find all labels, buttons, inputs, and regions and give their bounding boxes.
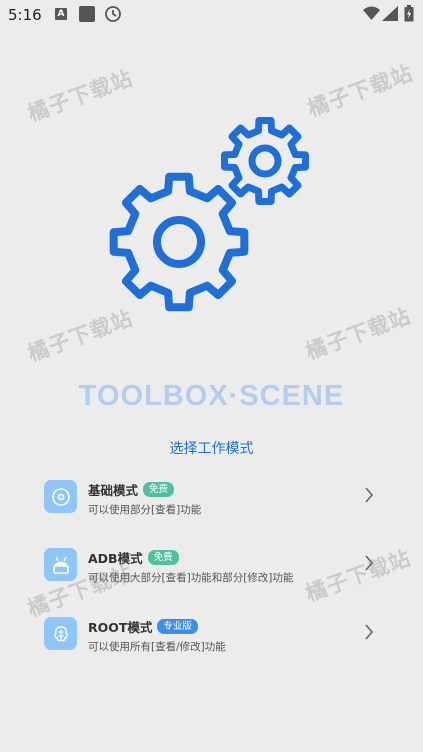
small-gear-icon [221, 117, 309, 205]
mode-description: 可以使用所有[查看/修改]功能 [88, 641, 226, 653]
large-gear-icon [109, 172, 249, 312]
mode-title: ADB模式 免费 [88, 548, 179, 567]
mode-title-text: ROOT模式 [88, 620, 153, 635]
chevron-right-icon [365, 555, 374, 571]
pro-badge: 专业版 [157, 619, 198, 634]
mode-title: ROOT模式 专业版 [88, 617, 198, 636]
mode-title: 基础模式 免费 [88, 480, 175, 499]
android-icon [44, 548, 77, 581]
free-badge: 免费 [147, 550, 179, 565]
mode-title-text: 基础模式 [88, 483, 139, 498]
disc-icon [44, 480, 77, 513]
mode-description: 可以使用部分[查看]功能 [88, 504, 202, 516]
mode-row-root[interactable]: ROOT模式 专业版 可以使用所有[查看/修改]功能 [44, 617, 384, 667]
chevron-right-icon [365, 624, 374, 640]
gears-illustration [109, 117, 309, 312]
app-title: TOOLBOX·SCENE [78, 380, 345, 412]
brain-chip-icon [44, 617, 77, 650]
free-badge: 免费 [143, 482, 175, 497]
mode-title-text: ADB模式 [88, 551, 143, 566]
mode-row-basic[interactable]: 基础模式 免费 可以使用部分[查看]功能 [44, 480, 384, 530]
chevron-right-icon [365, 487, 374, 503]
mode-row-adb[interactable]: ADB模式 免费 可以使用大部分[查看]功能和部分[修改]功能 [44, 548, 384, 598]
mode-select-title: 选择工作模式 [169, 441, 254, 457]
mode-description: 可以使用大部分[查看]功能和部分[修改]功能 [88, 572, 294, 584]
